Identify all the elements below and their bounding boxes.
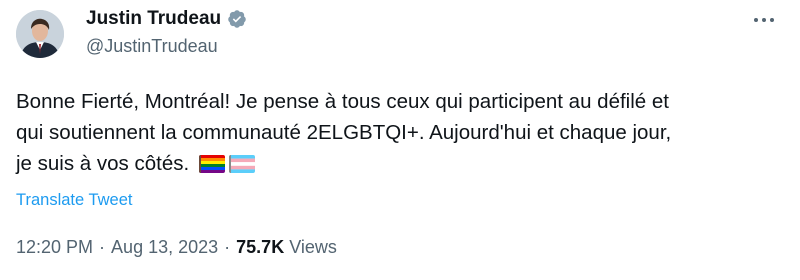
tweet-line: qui soutiennent la communauté 2ELGBTQI+.… [16, 121, 672, 144]
author-handle[interactable]: @JustinTrudeau [86, 34, 218, 58]
tweet-line: Bonne Fierté, Montréal! Je pense à tous … [16, 90, 669, 113]
tweet-card: Justin Trudeau @JustinTrudeau Bonne Fier… [0, 0, 800, 280]
rainbow-flag-icon [198, 155, 225, 173]
views-label: Views [289, 237, 337, 257]
author-name-text[interactable]: Justin Trudeau [86, 7, 221, 31]
more-options-icon[interactable] [750, 8, 778, 32]
transgender-flag-icon [228, 155, 255, 173]
tweet-time[interactable]: 12:20 PM [16, 237, 93, 257]
tweet-line: je suis à vos côtés. [16, 148, 791, 179]
tweet-text: Bonne Fierté, Montréal! Je pense à tous … [16, 86, 791, 179]
separator: · [99, 237, 106, 257]
tweet-date[interactable]: Aug 13, 2023 [111, 237, 218, 257]
tweet-metadata: 12:20 PM · Aug 13, 2023 · 75.7K Views [16, 235, 337, 259]
separator: · [224, 237, 231, 257]
views-count: 75.7K [236, 237, 285, 257]
verified-badge-icon [227, 9, 247, 29]
tweet-line-text: je suis à vos côtés. [16, 152, 190, 175]
author-name[interactable]: Justin Trudeau [86, 7, 247, 31]
avatar[interactable] [16, 10, 64, 58]
translate-tweet-link[interactable]: Translate Tweet [16, 189, 132, 211]
